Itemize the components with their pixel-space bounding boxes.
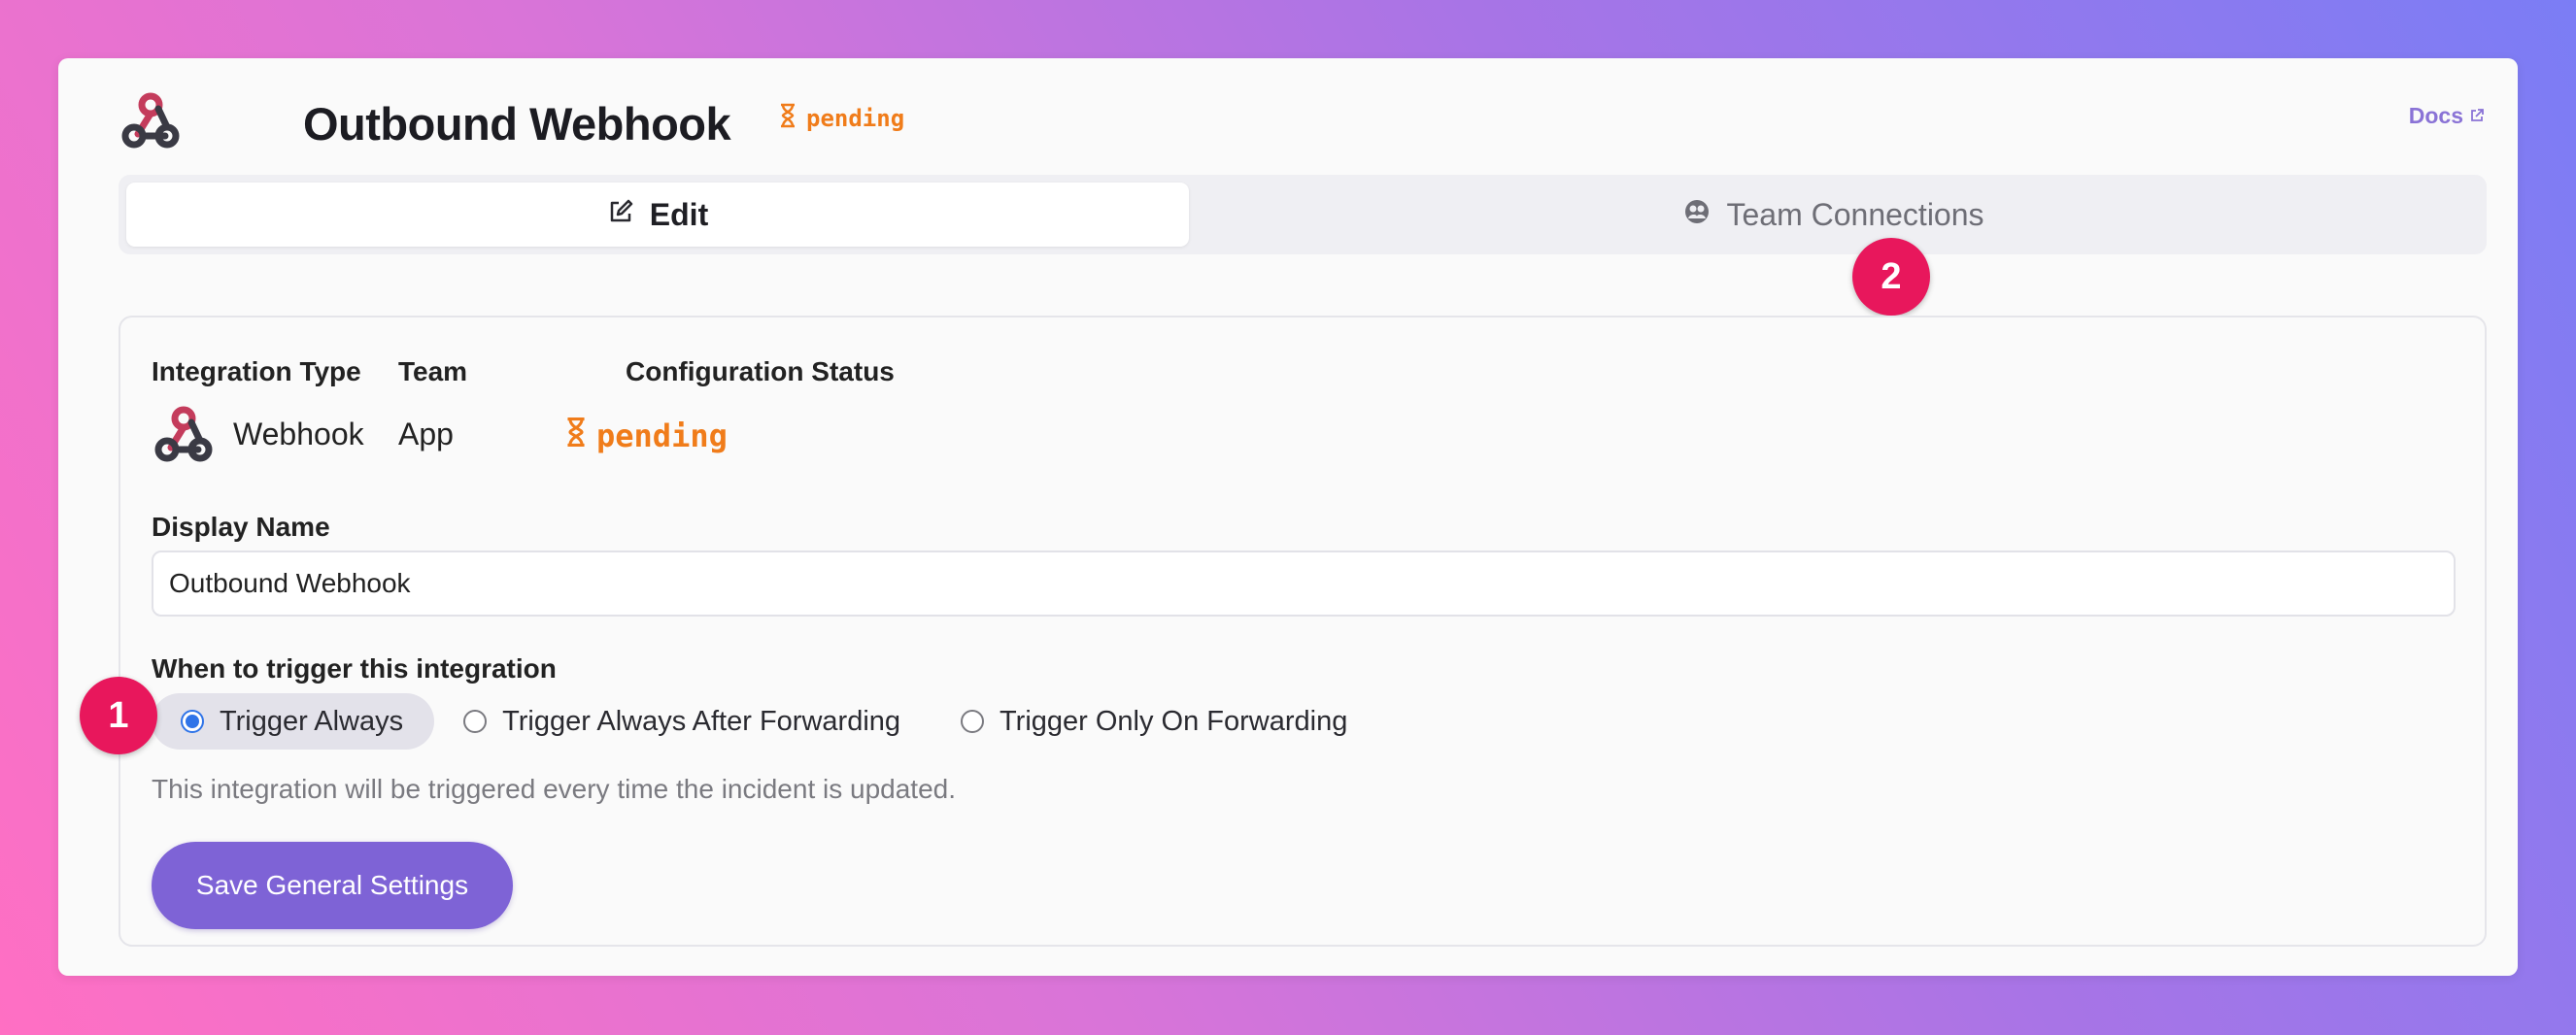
callout-badge-1: 1	[80, 677, 157, 754]
docs-label[interactable]: Docs	[2409, 103, 2463, 129]
team-value: App	[398, 417, 454, 451]
integration-card: Outbound Webhook pending Docs Edit Team …	[58, 58, 2518, 976]
radio-label: Trigger Always	[220, 705, 404, 737]
radio-button[interactable]	[961, 710, 985, 733]
webhook-logo-icon	[119, 89, 183, 153]
team-icon	[1683, 197, 1711, 233]
tab-edit[interactable]: Edit	[126, 183, 1189, 247]
team-label: Team	[398, 356, 468, 386]
config-status-label: Configuration Status	[626, 356, 895, 386]
config-status-value: pending	[596, 417, 728, 454]
radio-trigger-always[interactable]: Trigger Always	[152, 693, 435, 750]
hourglass-icon	[565, 417, 587, 455]
radio-button-selected[interactable]	[181, 710, 204, 733]
display-name-label: Display Name	[152, 512, 330, 542]
page-header: Outbound Webhook pending Docs	[119, 87, 2485, 155]
status-badge: pending	[779, 103, 904, 134]
page-title: Outbound Webhook	[303, 98, 731, 150]
callout-badge-2: 2	[1852, 238, 1930, 316]
radio-label: Trigger Always After Forwarding	[502, 705, 901, 737]
radio-trigger-only-on-forwarding[interactable]: Trigger Only On Forwarding	[932, 693, 1378, 750]
tab-team-connections[interactable]: Team Connections	[1189, 183, 2479, 247]
radio-trigger-always-after-forwarding[interactable]: Trigger Always After Forwarding	[434, 693, 932, 750]
general-settings-panel: Integration Type Team Configuration Stat…	[119, 316, 2487, 947]
config-status-badge: pending	[565, 417, 728, 455]
integration-type-value: Webhook	[233, 417, 364, 451]
radio-label: Trigger Only On Forwarding	[1000, 705, 1348, 737]
display-name-input[interactable]	[152, 551, 2456, 617]
trigger-label: When to trigger this integration	[152, 653, 557, 684]
hourglass-icon	[779, 103, 797, 134]
tab-team-connections-label: Team Connections	[1726, 196, 1984, 232]
radio-button[interactable]	[463, 710, 488, 733]
integration-type-label: Integration Type	[152, 356, 361, 386]
tab-edit-label: Edit	[649, 196, 709, 232]
webhook-icon	[152, 403, 216, 467]
external-link-icon	[2469, 103, 2485, 129]
edit-icon	[607, 197, 634, 233]
tab-bar: Edit Team Connections	[119, 175, 2487, 254]
save-general-settings-button[interactable]: Save General Settings	[152, 842, 513, 929]
trigger-radio-group: Trigger Always Trigger Always After Forw…	[152, 693, 1378, 750]
status-text: pending	[806, 105, 905, 132]
docs-link[interactable]: Docs	[2409, 103, 2485, 129]
trigger-help-text: This integration will be triggered every…	[152, 774, 956, 804]
